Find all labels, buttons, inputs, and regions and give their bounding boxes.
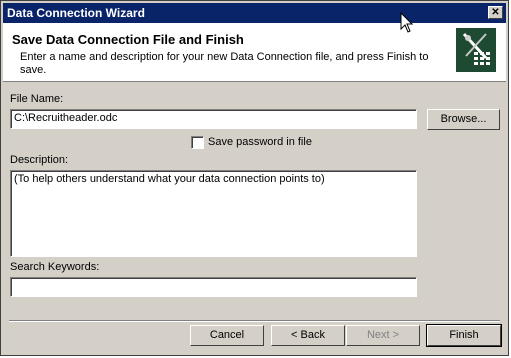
file-name-input[interactable]: C:\Recruitheader.odc: [10, 109, 417, 129]
back-button[interactable]: < Back: [271, 325, 345, 346]
save-password-checkbox[interactable]: [191, 136, 204, 149]
file-name-label: File Name:: [10, 93, 64, 105]
data-connection-wizard-icon: [456, 28, 496, 72]
next-button[interactable]: Next >: [346, 325, 420, 346]
header-description: Enter a name and description for your ne…: [20, 51, 429, 76]
mouse-cursor-icon: [400, 12, 414, 33]
header-title: Save Data Connection File and Finish: [12, 32, 244, 47]
description-label: Description:: [10, 154, 69, 166]
save-password-label[interactable]: Save password in file: [208, 136, 312, 148]
window-title: Data Connection Wizard: [7, 6, 145, 20]
description-textarea[interactable]: (To help others understand what your dat…: [10, 170, 417, 257]
wizard-header: Save Data Connection File and Finish Ent…: [3, 23, 506, 82]
close-icon: ✕: [491, 7, 500, 18]
search-keywords-input[interactable]: [10, 277, 417, 297]
footer-separator: [9, 320, 500, 322]
data-connection-wizard-dialog: Data Connection Wizard ✕ Save Data Conne…: [0, 0, 509, 356]
close-button[interactable]: ✕: [488, 6, 503, 19]
title-bar[interactable]: Data Connection Wizard ✕: [3, 3, 506, 23]
cancel-button[interactable]: Cancel: [190, 325, 264, 346]
browse-button[interactable]: Browse...: [427, 109, 500, 130]
finish-button[interactable]: Finish: [426, 324, 502, 347]
search-keywords-label: Search Keywords:: [10, 261, 100, 273]
